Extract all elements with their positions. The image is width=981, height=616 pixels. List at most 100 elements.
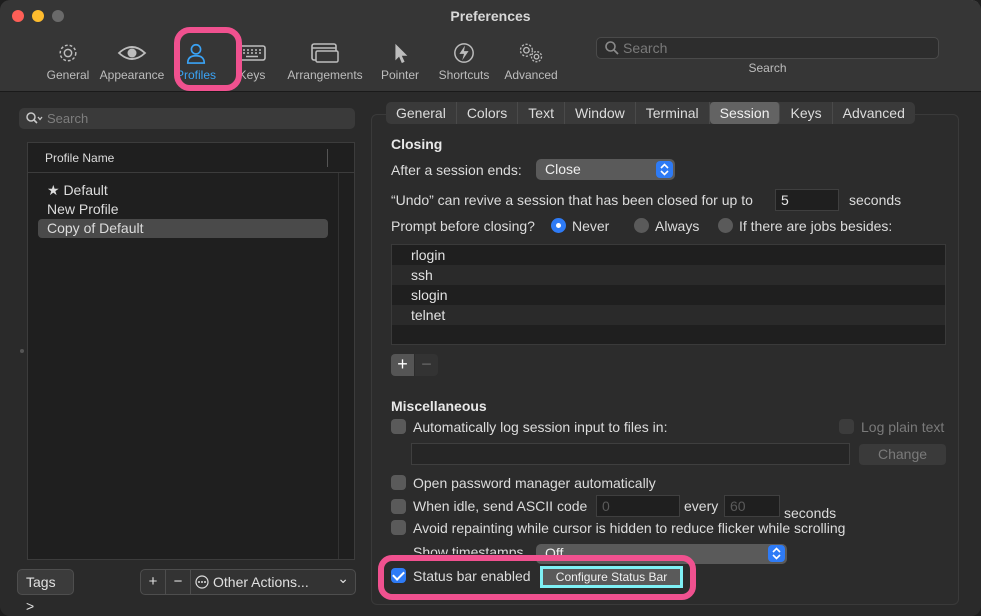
- closing-heading: Closing: [391, 136, 443, 152]
- preferences-toolbar: General Appearance Profiles Keys Arrange…: [40, 34, 564, 82]
- chevron-down-icon: ⌄: [337, 570, 349, 586]
- undo-label: “Undo” can revive a session that has bee…: [391, 192, 753, 208]
- add-profile-button[interactable]: +: [141, 570, 166, 594]
- avoid-repaint-checkbox[interactable]: [391, 520, 406, 535]
- auto-log-checkbox[interactable]: [391, 419, 406, 434]
- radio-always-label: Always: [655, 218, 700, 234]
- configure-status-bar-button[interactable]: Configure Status Bar: [540, 566, 683, 588]
- tab-colors[interactable]: Colors: [457, 102, 519, 124]
- tab-session[interactable]: Session: [709, 102, 781, 124]
- content-area: Search Profile Name ★ Default New Profil…: [0, 92, 981, 616]
- list-item[interactable]: ssh: [392, 265, 945, 285]
- tab-text[interactable]: Text: [518, 102, 565, 124]
- tab-general[interactable]: General: [386, 102, 457, 124]
- list-item[interactable]: telnet: [392, 305, 945, 325]
- open-password-checkbox[interactable]: [391, 475, 406, 490]
- profile-list: ★ Default New Profile Copy of Default: [28, 173, 354, 238]
- open-password-label: Open password manager automatically: [413, 475, 656, 491]
- status-bar-checkbox[interactable]: [391, 568, 406, 583]
- after-session-label: After a session ends:: [391, 162, 522, 178]
- chevron-updown-icon: [768, 545, 785, 562]
- profile-tabs: General Colors Text Window Terminal Sess…: [386, 102, 915, 124]
- log-directory-field[interactable]: [411, 443, 850, 465]
- after-session-popup[interactable]: Close: [536, 159, 675, 180]
- add-job-button[interactable]: +: [391, 354, 414, 376]
- profile-table: Profile Name ★ Default New Profile Copy …: [27, 142, 355, 560]
- profile-row-default[interactable]: ★ Default: [38, 181, 328, 200]
- titlebar: Preferences General Appearance Profiles …: [0, 0, 981, 92]
- chevron-updown-icon: [656, 161, 673, 178]
- eye-icon: [117, 46, 147, 60]
- profile-name-column-header: Profile Name: [45, 151, 115, 165]
- log-plain-text-checkbox[interactable]: [839, 419, 854, 434]
- profile-row-copy-of-default[interactable]: Copy of Default: [38, 219, 328, 238]
- preferences-search-input[interactable]: Search: [596, 37, 939, 59]
- list-item[interactable]: slogin: [392, 285, 945, 305]
- radio-jobs-besides-label: If there are jobs besides:: [739, 218, 893, 234]
- toolbar-arrangements[interactable]: Arrangements: [280, 34, 370, 82]
- toolbar-pointer[interactable]: Pointer: [370, 34, 430, 82]
- toolbar-keys-label: Keys: [238, 68, 266, 82]
- idle-code-field[interactable]: 0: [596, 495, 680, 517]
- idle-send-label: When idle, send ASCII code: [413, 498, 588, 514]
- profile-row-new-profile[interactable]: New Profile: [38, 200, 328, 219]
- split-handle[interactable]: [20, 349, 24, 353]
- change-directory-button[interactable]: Change: [859, 444, 946, 465]
- undo-seconds-unit: seconds: [849, 192, 902, 208]
- tab-keys[interactable]: Keys: [780, 102, 833, 124]
- remove-job-button[interactable]: −: [415, 354, 438, 376]
- window-title: Preferences: [450, 8, 531, 24]
- search-caption: Search: [748, 61, 787, 75]
- other-actions-menu[interactable]: Other Actions... ⌄: [191, 570, 355, 594]
- after-session-value: Close: [545, 161, 581, 177]
- undo-seconds-field[interactable]: 5: [775, 189, 839, 211]
- avoid-repaint-label: Avoid repainting while cursor is hidden …: [413, 520, 846, 536]
- preferences-search-placeholder: Search: [623, 40, 668, 56]
- toolbar-general-label: General: [46, 68, 90, 82]
- miscellaneous-heading: Miscellaneous: [391, 398, 487, 414]
- tab-advanced[interactable]: Advanced: [833, 102, 915, 124]
- toolbar-appearance-label: Appearance: [99, 68, 165, 82]
- toolbar-appearance[interactable]: Appearance: [96, 34, 168, 82]
- profile-table-scrollbar[interactable]: [338, 173, 354, 559]
- tags-button[interactable]: Tags >: [17, 569, 74, 614]
- toolbar-shortcuts-label: Shortcuts: [438, 68, 490, 82]
- profile-search-placeholder: Search: [47, 111, 89, 126]
- lightning-icon: [454, 43, 474, 63]
- profile-table-header[interactable]: Profile Name: [28, 143, 354, 173]
- profile-search-input[interactable]: Search: [19, 108, 355, 129]
- toolbar-advanced-label: Advanced: [504, 68, 558, 82]
- every-seconds-unit: seconds: [784, 505, 837, 521]
- jobs-list: rlogin ssh slogin telnet: [391, 244, 946, 345]
- preferences-window: Preferences General Appearance Profiles …: [0, 0, 981, 616]
- gears-icon: [519, 43, 543, 63]
- toolbar-general[interactable]: General: [40, 34, 96, 82]
- idle-send-checkbox[interactable]: [391, 499, 406, 514]
- ellipsis-circle-icon: [195, 575, 209, 589]
- remove-profile-button[interactable]: −: [166, 570, 191, 594]
- windows-icon: [311, 43, 339, 63]
- column-divider: [327, 149, 328, 167]
- radio-never[interactable]: [551, 218, 566, 233]
- radio-jobs-besides[interactable]: [718, 218, 733, 233]
- profiles-highlight-ring: [174, 27, 242, 91]
- auto-log-label: Automatically log session input to files…: [413, 419, 668, 435]
- toolbar-pointer-label: Pointer: [380, 68, 420, 82]
- status-bar-label: Status bar enabled: [413, 568, 531, 584]
- keyboard-icon: [238, 45, 266, 61]
- log-plain-text-label: Log plain text: [861, 419, 945, 435]
- tab-terminal[interactable]: Terminal: [636, 102, 710, 124]
- pointer-icon: [395, 43, 408, 64]
- toolbar-shortcuts[interactable]: Shortcuts: [430, 34, 498, 82]
- tab-window[interactable]: Window: [565, 102, 636, 124]
- every-seconds-field[interactable]: 60: [724, 495, 780, 517]
- prompt-label: Prompt before closing?: [391, 218, 535, 234]
- list-item[interactable]: rlogin: [392, 245, 945, 265]
- toolbar-arrangements-label: Arrangements: [287, 68, 363, 82]
- radio-always[interactable]: [634, 218, 649, 233]
- gear-icon: [59, 44, 77, 62]
- search-icon: [605, 41, 619, 55]
- profile-actions-bar: + − Other Actions... ⌄: [140, 569, 356, 595]
- toolbar-advanced[interactable]: Advanced: [498, 34, 564, 82]
- every-label: every: [684, 498, 719, 514]
